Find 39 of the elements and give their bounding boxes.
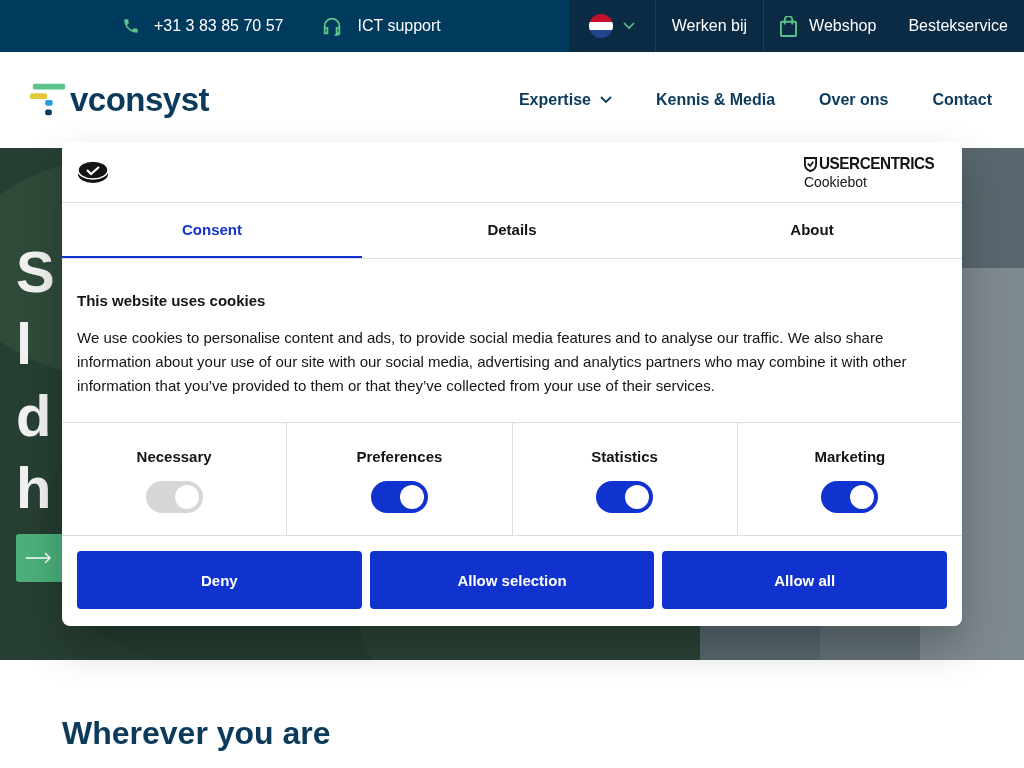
- section-heading: Wherever you are: [62, 715, 332, 752]
- dialog-button[interactable]: Deny: [77, 551, 362, 609]
- shopping-bag-icon: [780, 15, 798, 37]
- nav-link[interactable]: Expertise: [518, 91, 612, 109]
- arrow-button[interactable]: [16, 534, 62, 582]
- nav-link[interactable]: Contact: [932, 91, 992, 109]
- nav-link[interactable]: Kennis & Media: [655, 91, 776, 109]
- flag-icon: [588, 14, 613, 38]
- hero-heading-line: h: [16, 454, 52, 522]
- shield-icon: [803, 156, 817, 172]
- support-link[interactable]: ICT support: [357, 17, 441, 35]
- toggle-switch[interactable]: [596, 481, 654, 513]
- arrow-icon: [26, 552, 52, 564]
- phone-number[interactable]: +31 3 83 85 70 57: [154, 17, 284, 35]
- category-label: Statistics: [591, 448, 658, 465]
- category-label: Marketing: [814, 448, 886, 465]
- hero-heading-line: S: [16, 238, 55, 306]
- logo-icon: [30, 82, 68, 118]
- dialog-title: This website uses cookies: [77, 292, 267, 309]
- toggle-switch[interactable]: [370, 481, 428, 513]
- chevron-icon: [622, 22, 635, 30]
- cookie-check-icon: [77, 160, 109, 184]
- dialog-text: We use cookies to personalise content and ads, to provide social media features and to analyse our traffic. We also share information about your use of our site with our social media, advertising and analytics partners who may combine it with other information that you’ve provided to them or that they’ve collected from your use of their services.: [77, 328, 908, 396]
- dialog-tab[interactable]: Consent: [62, 203, 362, 258]
- top-link[interactable]: Werken bij: [671, 17, 748, 35]
- dialog-button[interactable]: Allow all: [662, 551, 947, 609]
- webshop-link[interactable]: Webshop: [809, 17, 877, 35]
- brand-name: USERCENTRICS: [818, 154, 935, 174]
- brand-subtitle: Cookiebot: [803, 174, 868, 190]
- hero-heading-line: d: [16, 382, 52, 450]
- logo-text[interactable]: vconsyst: [70, 81, 210, 119]
- category-label: Preferences: [356, 448, 443, 465]
- category-label: Necessary: [136, 448, 212, 465]
- phone-icon: [122, 17, 140, 35]
- top-link[interactable]: Bestekservice: [908, 17, 1008, 35]
- toggle-switch[interactable]: [821, 481, 879, 513]
- dialog-button[interactable]: Allow selection: [369, 551, 655, 609]
- nav-link[interactable]: Over ons: [819, 91, 889, 109]
- hero-heading-line: l: [16, 310, 33, 378]
